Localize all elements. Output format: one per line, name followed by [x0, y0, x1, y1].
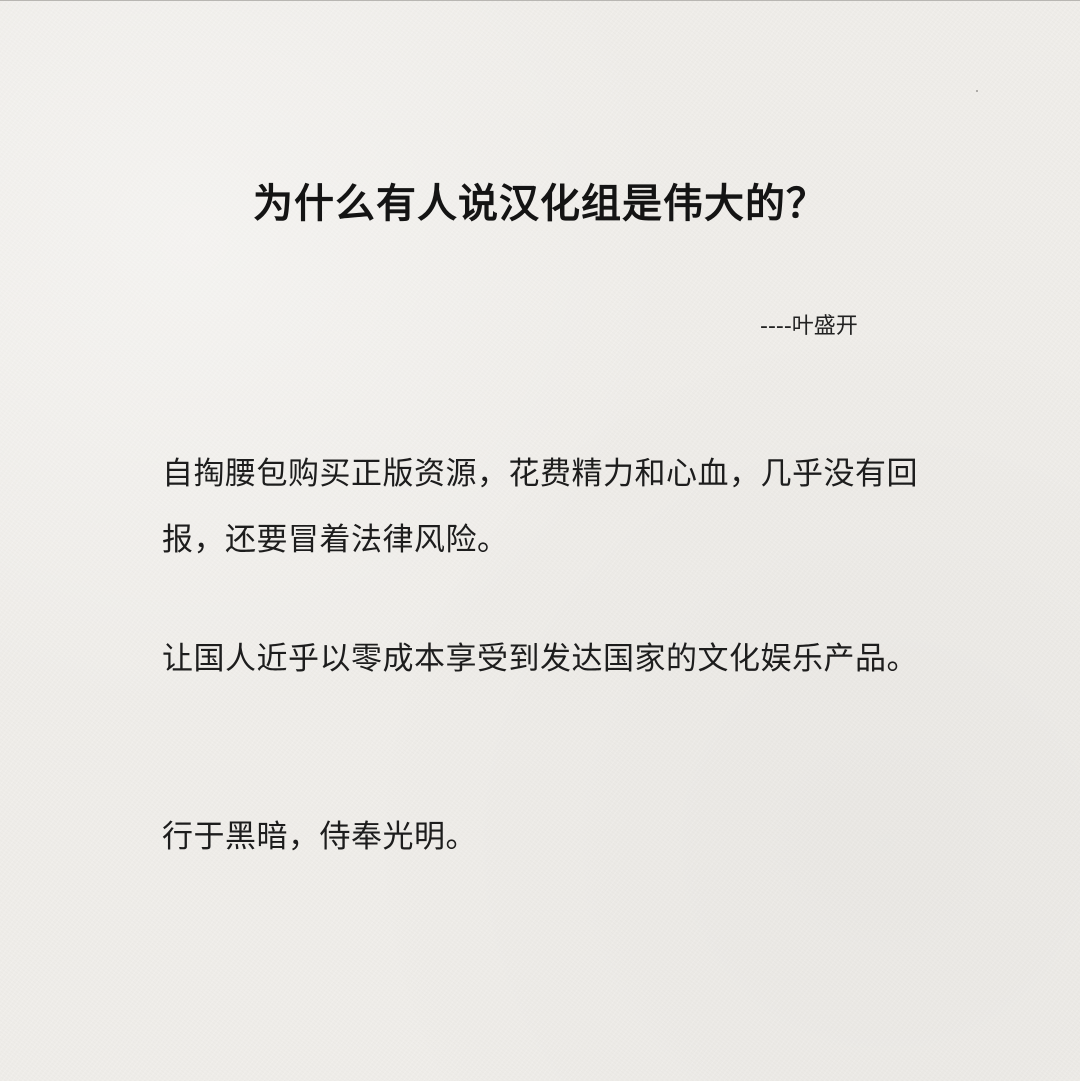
paragraph-2: 让国人近乎以零成本享受到发达国家的文化娱乐产品。	[162, 641, 918, 677]
top-border	[0, 0, 1080, 1]
paragraph-1: 自掏腰包购买正版资源，花费精力和心血，几乎没有回报，还要冒着法律风险。	[162, 456, 918, 558]
author-signature: ----叶盛开	[760, 314, 858, 339]
paragraph-3: 行于黑暗，侍奉光明。	[162, 819, 477, 855]
article-title: 为什么有人说汉化组是伟大的？	[253, 180, 827, 227]
article-card: 为什么有人说汉化组是伟大的？ ----叶盛开 自掏腰包购买正版资源，花费精力和心…	[0, 0, 1080, 1081]
paper-speck	[976, 90, 978, 92]
